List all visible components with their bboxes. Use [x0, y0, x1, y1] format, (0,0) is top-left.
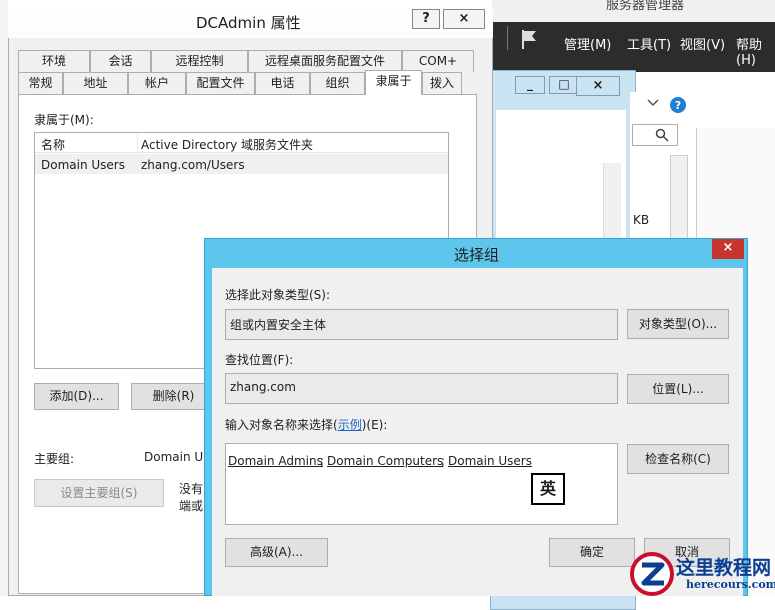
location-field: zhang.com — [225, 373, 618, 404]
row-group-name: Domain Users — [41, 158, 125, 172]
inner-minimize-button[interactable]: _ — [515, 76, 545, 94]
column-separator[interactable] — [137, 134, 138, 152]
set-primary-group-button[interactable]: 设置主要组(S) — [34, 479, 164, 507]
primary-group-note-line1: 没有 — [179, 482, 204, 496]
help-button[interactable]: ? — [412, 9, 440, 29]
name-separator: ; — [320, 454, 325, 468]
inner-maximize-button[interactable]: □ — [549, 76, 579, 94]
menu-help[interactable]: 帮助(H) — [736, 34, 775, 68]
server-manager-title: 服务器管理器 — [606, 0, 685, 13]
menu-manage[interactable]: 管理(M) — [564, 34, 611, 53]
resolved-name-domain-admins[interactable]: Domain Admins — [228, 454, 323, 468]
object-type-label: 选择此对象类型(S): — [225, 288, 331, 302]
member-of-label: 隶属于(M): — [34, 113, 94, 127]
resolved-name-domain-computers[interactable]: Domain Computers — [327, 454, 443, 468]
primary-group-label: 主要组: — [34, 452, 75, 466]
inner-close-button[interactable]: × — [576, 76, 620, 96]
name-separator: ; — [441, 454, 446, 468]
add-button[interactable]: 添加(D)... — [34, 383, 119, 410]
tab-profile[interactable]: 配置文件 — [186, 72, 255, 94]
tab-remote-control[interactable]: 远程控制 — [151, 50, 248, 72]
tab-dial-in[interactable]: 拨入 — [422, 72, 462, 94]
size-column-label: KB — [633, 213, 650, 227]
watermark-text-en: herecours.com — [686, 578, 775, 591]
menu-view[interactable]: 视图(V) — [680, 34, 725, 53]
tab-general[interactable]: 常规 — [18, 72, 63, 94]
location-label: 查找位置(F): — [225, 353, 294, 367]
menu-tools[interactable]: 工具(T) — [627, 34, 671, 53]
tab-rds-profile[interactable]: 远程桌面服务配置文件 — [248, 50, 402, 72]
object-types-button[interactable]: 对象类型(O)... — [627, 309, 729, 339]
tab-telephones[interactable]: 电话 — [255, 72, 310, 94]
column-header-name[interactable]: 名称 — [41, 136, 65, 153]
close-button[interactable]: × — [443, 9, 485, 29]
tab-sessions[interactable]: 会话 — [90, 50, 151, 72]
toolbar-separator — [507, 26, 508, 50]
object-type-field: 组或内置安全主体 — [225, 309, 618, 340]
notification-flag-icon[interactable] — [520, 28, 538, 50]
properties-title: DCAdmin 属性 — [196, 14, 301, 32]
watermark-text-zh: 这里教程网 — [676, 557, 772, 579]
search-icon — [655, 128, 669, 145]
advanced-button[interactable]: 高级(A)... — [225, 538, 328, 567]
tab-environment[interactable]: 环境 — [18, 50, 90, 72]
primary-group-value: Domain U — [144, 450, 204, 464]
resolved-name-domain-users[interactable]: Domain Users — [448, 454, 532, 468]
row-group-folder: zhang.com/Users — [141, 158, 245, 172]
ok-button[interactable]: 确定 — [549, 538, 635, 567]
chevron-down-icon[interactable] — [647, 97, 659, 111]
select-group-title: 选择组 — [454, 246, 500, 264]
names-label-suffix: )(E): — [361, 418, 388, 432]
names-label: 输入对象名称来选择(示例)(E): — [225, 416, 387, 433]
primary-group-note-line2: 端或 — [179, 499, 204, 513]
help-icon[interactable]: ? — [669, 96, 687, 117]
check-names-button[interactable]: 检查名称(C) — [627, 444, 729, 474]
svg-text:?: ? — [675, 99, 681, 112]
tab-account[interactable]: 帐户 — [128, 72, 186, 94]
names-label-prefix: 输入对象名称来选择( — [225, 418, 338, 432]
tab-member-of[interactable]: 隶属于 — [365, 70, 422, 95]
tab-address[interactable]: 地址 — [63, 72, 128, 94]
locations-button[interactable]: 位置(L)... — [627, 374, 729, 404]
tab-organization[interactable]: 组织 — [310, 72, 365, 94]
examples-link[interactable]: 示例 — [338, 418, 362, 432]
tab-com-plus[interactable]: COM+ — [402, 50, 474, 72]
select-group-close-button[interactable]: × — [712, 239, 744, 259]
ime-indicator[interactable]: 英 — [531, 473, 565, 505]
column-header-folder[interactable]: Active Directory 域服务文件夹 — [141, 136, 313, 153]
background-left-edge — [0, 0, 8, 596]
